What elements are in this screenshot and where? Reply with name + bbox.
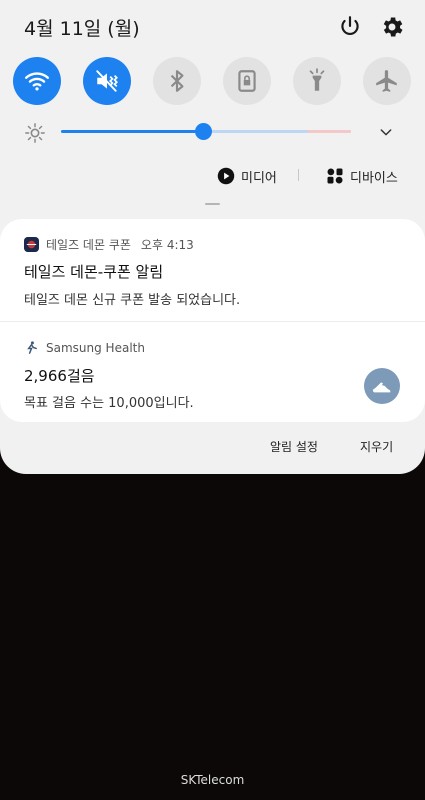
notification-app-header: 테일즈 데몬 쿠폰 오후 4:13	[24, 236, 194, 253]
flashlight-toggle[interactable]	[293, 57, 341, 105]
brightness-thumb[interactable]	[195, 123, 213, 140]
panel-header: 4월 11일 (월)	[24, 14, 409, 40]
gear-icon[interactable]	[379, 14, 405, 40]
notification-title[interactable]: 2,966걸음	[24, 365, 95, 386]
devices-button[interactable]: 디바이스	[326, 164, 398, 188]
notification-title[interactable]: 테일즈 데몬-쿠폰 알림	[24, 261, 163, 282]
notification-body[interactable]: 목표 걸음 수는 10,000입니다.	[24, 392, 194, 411]
sun-icon	[25, 123, 45, 143]
devices-icon	[327, 168, 343, 184]
drag-handle[interactable]	[205, 203, 220, 205]
chevron-down-icon[interactable]	[378, 124, 394, 140]
flashlight-icon	[309, 68, 325, 91]
sound-toggle[interactable]	[83, 57, 131, 105]
notification-app-name: Samsung Health	[46, 340, 145, 355]
notification-settings-button[interactable]: 알림 설정	[270, 438, 318, 455]
devices-label: 디바이스	[350, 170, 398, 186]
app-icon	[24, 237, 39, 252]
media-device-row: 미디어 디바이스	[0, 164, 425, 188]
play-icon	[217, 167, 235, 185]
mute-vibrate-icon	[96, 70, 118, 92]
date-label: 4월 11일 (월)	[24, 18, 140, 40]
rotation-lock-toggle[interactable]	[223, 57, 271, 105]
brightness-control	[24, 120, 404, 144]
runner-icon	[27, 341, 37, 354]
health-action-button[interactable]	[364, 368, 400, 404]
bluetooth-icon	[170, 70, 184, 92]
quick-toggles	[13, 57, 413, 105]
divider	[298, 169, 299, 181]
clear-button[interactable]: 지우기	[360, 438, 393, 455]
wifi-toggle[interactable]	[13, 57, 61, 105]
notification-time: 오후 4:13	[140, 238, 194, 252]
carrier-label: SKTelecom	[180, 773, 245, 787]
airplane-toggle[interactable]	[363, 57, 411, 105]
notification-app-header: Samsung Health	[24, 340, 145, 355]
wifi-icon	[24, 72, 50, 91]
notification-card: 테일즈 데몬 쿠폰 오후 4:13 테일즈 데몬-쿠폰 알림 테일즈 데몬 신규…	[0, 219, 425, 422]
brightness-fill	[61, 130, 204, 133]
airplane-icon	[376, 70, 397, 92]
notification-body[interactable]: 테일즈 데몬 신규 쿠폰 발송 되었습니다.	[24, 289, 240, 308]
power-icon[interactable]	[337, 14, 363, 40]
brightness-slider[interactable]	[61, 123, 351, 140]
lock-rotation-icon	[238, 70, 256, 92]
bluetooth-toggle[interactable]	[153, 57, 201, 105]
notification-app-name: 테일즈 데몬 쿠폰	[46, 238, 131, 252]
media-label: 미디어	[241, 170, 277, 186]
quick-panel: 4월 11일 (월) 미디어 디바이스 테일즈 데몬 쿠폰 오후 4:13 테일…	[0, 0, 425, 474]
notification-actions: 알림 설정 지우기	[0, 438, 425, 458]
notification-divider	[0, 321, 425, 322]
media-button[interactable]: 미디어	[217, 164, 277, 188]
brightness-warning-zone	[307, 130, 351, 133]
shoe-icon	[372, 382, 391, 393]
